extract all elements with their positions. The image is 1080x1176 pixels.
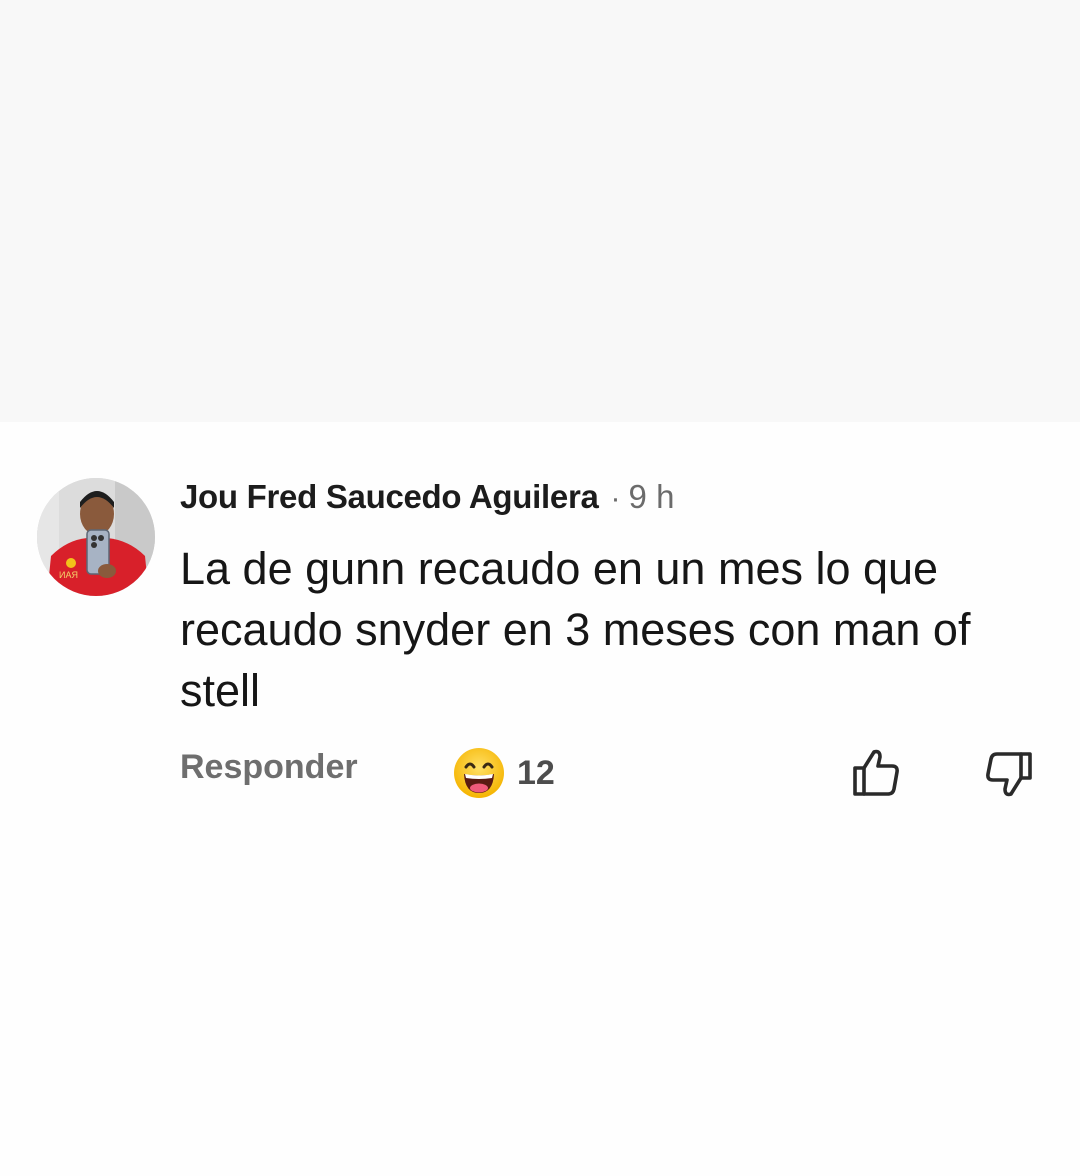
author-name[interactable]: Jou Fred Saucedo Aguilera — [180, 478, 599, 516]
avatar[interactable]: ИAЯ — [37, 478, 155, 596]
separator-dot: · — [610, 482, 621, 515]
reaction-summary[interactable]: 12 — [453, 746, 555, 800]
dislike-button[interactable] — [981, 746, 1037, 800]
like-button[interactable] — [848, 746, 904, 800]
svg-text:ИAЯ: ИAЯ — [59, 570, 78, 580]
thumbs-down-icon — [986, 752, 1032, 797]
reaction-count: 12 — [517, 753, 555, 792]
grinning-face-icon — [454, 748, 504, 798]
comment-timestamp: 9 h — [628, 478, 675, 515]
blank-top-area — [0, 0, 1080, 422]
reply-button[interactable]: Responder — [180, 748, 358, 787]
comment-header: Jou Fred Saucedo Aguilera · 9 h — [180, 478, 674, 518]
thumbs-up-icon — [853, 749, 899, 796]
comment-text: La de gunn recaudo en un mes lo que reca… — [180, 543, 971, 716]
avatar-photo: ИAЯ — [37, 478, 155, 596]
